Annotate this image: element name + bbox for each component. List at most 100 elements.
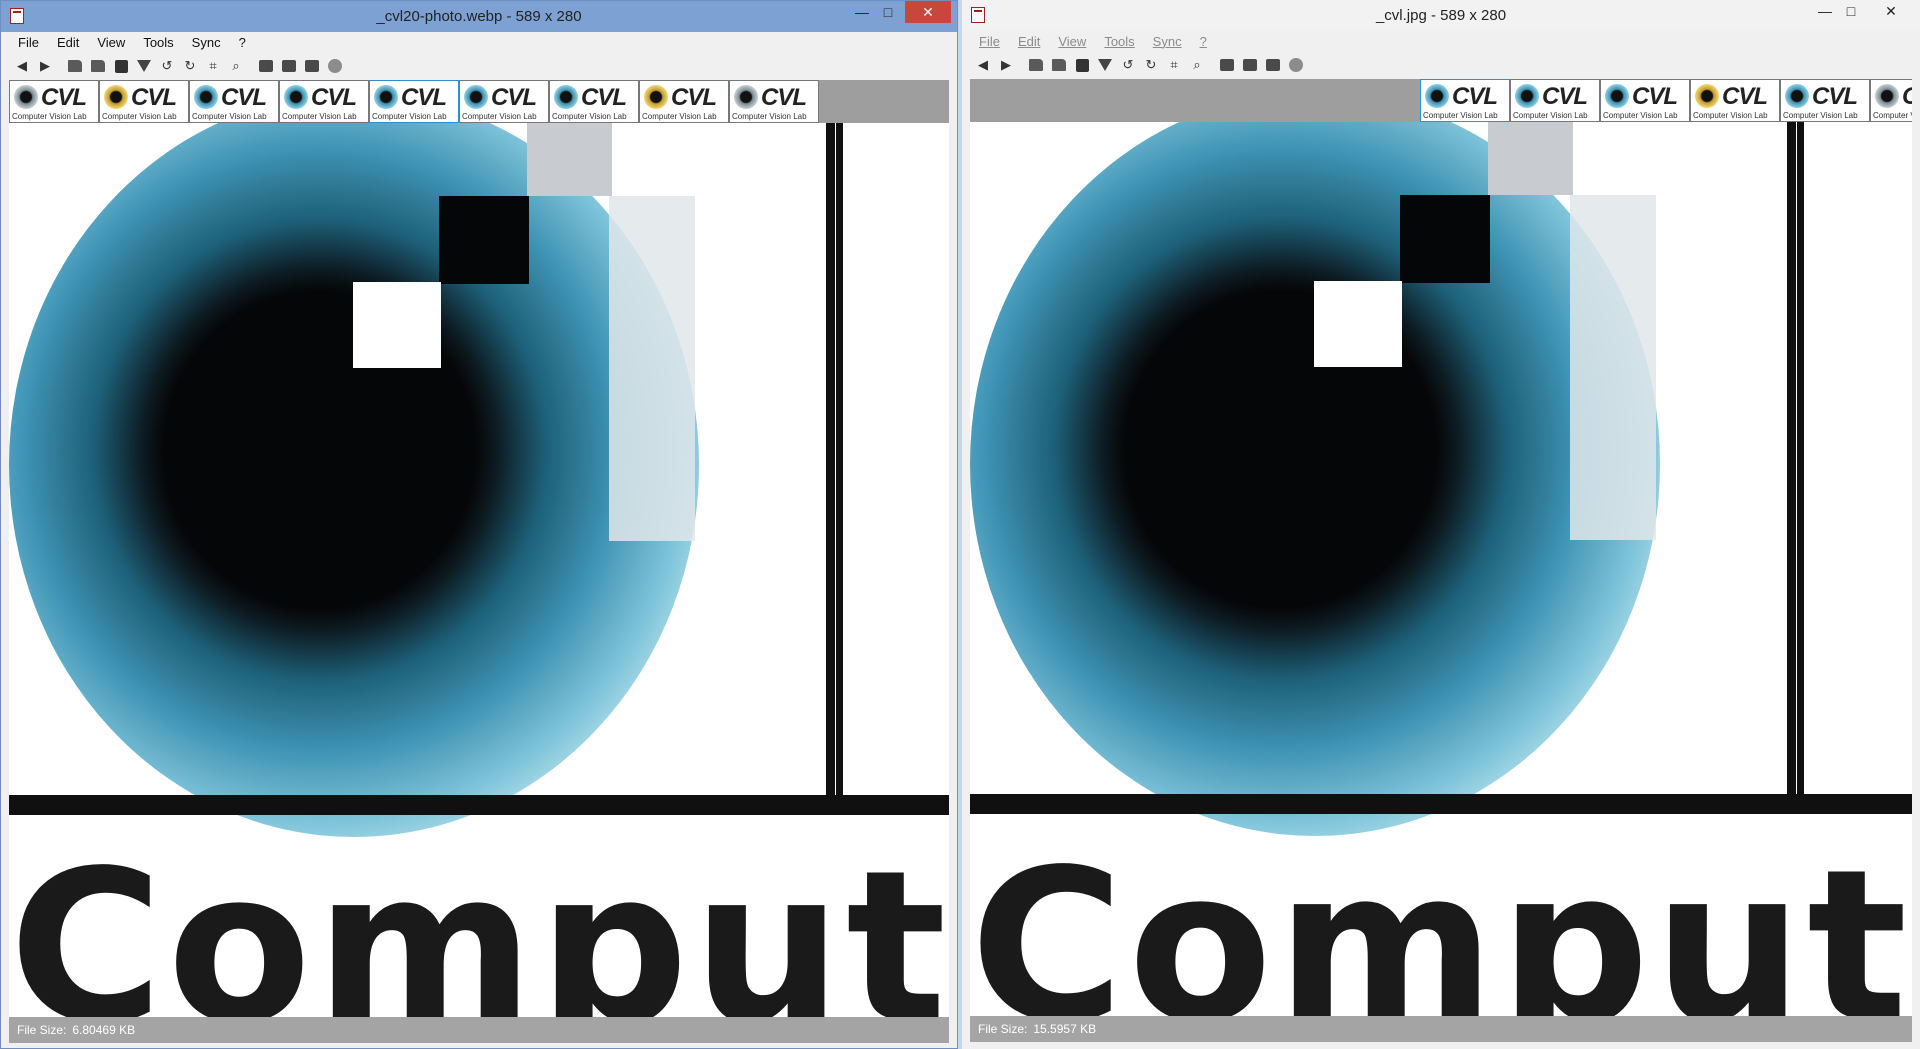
menu-sync[interactable]: Sync: [1144, 34, 1191, 49]
eye-logo-icon: [734, 85, 758, 109]
logo-text: Compute: [970, 824, 1912, 1017]
menu-file[interactable]: File: [970, 34, 1009, 49]
eye-logo-icon: [1695, 84, 1719, 108]
file-size-label: File Size:: [17, 1023, 67, 1037]
folder-icon[interactable]: [1048, 54, 1070, 76]
thumbnail-strip[interactable]: CVL Computer Vision Lab CVL Computer Vision…: [9, 80, 949, 123]
thumbnail-item[interactable]: CVLComputer Vision Lab: [189, 80, 279, 123]
app-icon[interactable]: [10, 8, 24, 24]
image-canvas[interactable]: Compute: [9, 123, 949, 1017]
thumbnail-logo-text: CVL: [1632, 83, 1678, 110]
zoom-icon[interactable]: ⌕: [225, 55, 247, 77]
thumbnail-strip[interactable]: CVL Computer Vision Lab CVL Computer Vision…: [970, 79, 1912, 122]
thumbnail-caption: Computer Vision Lab: [1603, 111, 1678, 120]
eye-logo-icon: [194, 85, 218, 109]
thumbnail-item[interactable]: CVLComputer Vision Lab: [1510, 79, 1600, 122]
folder-icon[interactable]: [87, 55, 109, 77]
eye-logo-icon: [374, 85, 398, 109]
filter-icon[interactable]: [1094, 54, 1116, 76]
rotate-left-icon[interactable]: ↺: [156, 55, 178, 77]
back-arrow-icon[interactable]: ◀: [972, 54, 994, 76]
eye-logo-icon: [284, 85, 308, 109]
status-bar: File Size: 15.5957 KB: [970, 1016, 1912, 1042]
thumbnail-item[interactable]: CVLComputer Vision Lab: [1780, 79, 1870, 122]
thumbnail-item[interactable]: CVLComputer Vision Lab: [279, 80, 369, 123]
menu-file[interactable]: File: [9, 35, 48, 50]
forward-arrow-icon[interactable]: ▶: [995, 54, 1017, 76]
menu-help[interactable]: ?: [230, 35, 255, 50]
eye-logo-icon: [1875, 84, 1899, 108]
thumbnail-item[interactable]: CVLComputer Vision Lab: [549, 80, 639, 123]
menu-view[interactable]: View: [1049, 34, 1095, 49]
menu-view[interactable]: View: [88, 35, 134, 50]
filter-icon[interactable]: [133, 55, 155, 77]
rotate-left-icon[interactable]: ↺: [1117, 54, 1139, 76]
window-title: _cvl20-photo.webp - 589 x 280: [376, 8, 582, 25]
left-viewer-window: _cvl20-photo.webp - 589 x 280 — □ ✕ File…: [0, 0, 958, 1049]
fit-width-icon[interactable]: [278, 55, 300, 77]
close-button[interactable]: ✕: [905, 1, 951, 23]
menu-sync[interactable]: Sync: [183, 35, 230, 50]
thumbnail-logo-text: CVL: [131, 84, 177, 111]
globe-icon[interactable]: [1285, 54, 1307, 76]
image-canvas[interactable]: Compute: [970, 122, 1912, 1016]
fit-window-icon[interactable]: [255, 55, 277, 77]
app-icon[interactable]: [971, 7, 985, 23]
thumbnail-item[interactable]: CVLComputer Vision Lab: [459, 80, 549, 123]
maximize-button[interactable]: □: [875, 1, 901, 23]
toolbar: ◀ ▶ ↺ ↻ ⌗ ⌕: [1, 52, 957, 80]
open-folder-icon[interactable]: [64, 55, 86, 77]
rotate-right-icon[interactable]: ↻: [1140, 54, 1162, 76]
thumbnail-logo-text: CVL: [1722, 83, 1768, 110]
thumbnail-item[interactable]: CVLComputer Vision Lab: [1690, 79, 1780, 122]
back-arrow-icon[interactable]: ◀: [11, 55, 33, 77]
thumbnail-item[interactable]: CVLComputer Vision Lab: [729, 80, 819, 123]
thumbnail-logo-text: CVL: [41, 84, 87, 111]
forward-arrow-icon[interactable]: ▶: [34, 55, 56, 77]
crop-icon[interactable]: ⌗: [1163, 54, 1185, 76]
file-size-label: File Size:: [978, 1022, 1028, 1036]
maximize-button[interactable]: □: [1838, 0, 1864, 22]
pupil-highlight: [1314, 281, 1402, 367]
menu-tools[interactable]: Tools: [1095, 34, 1143, 49]
thumbnail-caption: Computer Vision Lab: [102, 112, 177, 121]
menu-edit[interactable]: Edit: [1009, 34, 1049, 49]
status-bar: File Size: 6.80469 KB: [9, 1017, 949, 1043]
thumbnail-item[interactable]: CVLComputer Vision Lab: [1420, 79, 1510, 122]
menu-bar: File Edit View Tools Sync ?: [1, 32, 957, 52]
thumbnail-logo-text: CVL: [671, 84, 717, 111]
actual-size-icon[interactable]: [1262, 54, 1284, 76]
close-button[interactable]: ✕: [1868, 0, 1914, 22]
open-folder-icon[interactable]: [1025, 54, 1047, 76]
right-viewer-window: _cvl.jpg - 589 x 280 — □ ✕ File Edit Vie…: [962, 0, 1920, 1049]
thumbnail-logo-text: CVL: [311, 84, 357, 111]
rotate-right-icon[interactable]: ↻: [179, 55, 201, 77]
pupil-highlight: [353, 282, 441, 368]
title-bar[interactable]: _cvl20-photo.webp - 589 x 280 — □ ✕: [1, 1, 957, 32]
menu-help[interactable]: ?: [1191, 34, 1216, 49]
thumbnail-item[interactable]: CVLComputer Vision Lab: [1870, 79, 1912, 122]
eye-logo-icon: [554, 85, 578, 109]
menu-tools[interactable]: Tools: [134, 35, 182, 50]
thumbnail-caption: Computer Vision Lab: [1783, 111, 1858, 120]
minimize-button[interactable]: —: [849, 1, 875, 23]
menu-edit[interactable]: Edit: [48, 35, 88, 50]
thumbnail-caption: Computer Vision Lab: [1513, 111, 1588, 120]
actual-size-icon[interactable]: [301, 55, 323, 77]
thumbnail-item[interactable]: CVLComputer Vision Lab: [639, 80, 729, 123]
thumbnail-item[interactable]: CVLComputer Vision Lab: [9, 80, 99, 123]
fit-width-icon[interactable]: [1239, 54, 1261, 76]
title-bar[interactable]: _cvl.jpg - 589 x 280 — □ ✕: [962, 0, 1920, 31]
globe-icon[interactable]: [324, 55, 346, 77]
thumbnail-item[interactable]: CVLComputer Vision Lab: [1600, 79, 1690, 122]
zoom-icon[interactable]: ⌕: [1186, 54, 1208, 76]
thumbnail-item[interactable]: CVLComputer Vision Lab: [369, 80, 459, 123]
thumbnail-item[interactable]: CVLComputer Vision Lab: [99, 80, 189, 123]
eye-graphic: [9, 123, 699, 837]
eye-logo-icon: [464, 85, 488, 109]
minimize-button[interactable]: —: [1812, 0, 1838, 22]
crop-icon[interactable]: ⌗: [202, 55, 224, 77]
save-icon[interactable]: [1071, 54, 1093, 76]
save-icon[interactable]: [110, 55, 132, 77]
fit-window-icon[interactable]: [1216, 54, 1238, 76]
